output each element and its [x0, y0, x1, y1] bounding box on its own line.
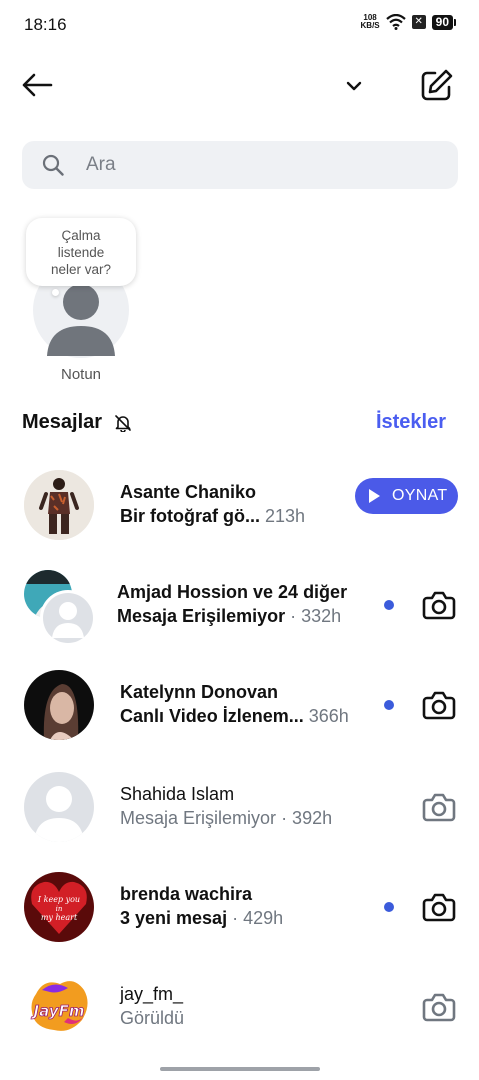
camera-icon[interactable]: [421, 989, 457, 1025]
status-bar: 18:16 108 KB/S ✕ 90: [0, 0, 479, 50]
conversation-preview: 3 yeni mesaj: [120, 908, 228, 928]
conversation-row[interactable]: Shahida Islam Mesaja Erişilemiyor · 392h: [0, 762, 479, 852]
conversation-preview: Bir fotoğraf gö...: [120, 506, 260, 526]
conversation-preview: Mesaja Erişilemiyor: [120, 808, 277, 828]
note-bubble-tail: [52, 289, 59, 296]
avatar-caption: in: [56, 905, 63, 913]
conversation-time: · 392h: [281, 808, 333, 828]
home-indicator[interactable]: [160, 1067, 320, 1071]
conversation-row[interactable]: I keep you in my heart brenda wachira 3 …: [0, 862, 479, 952]
camera-icon[interactable]: [421, 687, 457, 723]
chevron-down-icon[interactable]: [344, 76, 364, 96]
camera-icon[interactable]: [421, 789, 457, 825]
conversation-name: Amjad Hossion ve 24 diğer: [117, 582, 348, 602]
conversation-name: jay_fm_: [120, 984, 184, 1004]
sim-no-signal-icon: ✕: [411, 15, 426, 29]
avatar: [24, 470, 94, 540]
camera-icon[interactable]: [421, 889, 457, 925]
avatar-caption: my heart: [41, 913, 78, 922]
status-icons: 108 KB/S ✕ 90: [360, 13, 457, 30]
note-label: Notun: [60, 366, 102, 383]
conversation-time: · 332h: [290, 606, 342, 626]
conversation-name: brenda wachira: [120, 884, 253, 904]
conversation-row[interactable]: JayFm jay_fm_ Görüldü: [0, 962, 479, 1052]
avatar-logo-text: JayFm: [31, 1002, 85, 1020]
conversation-name: Asante Chaniko: [120, 482, 257, 502]
conversation-preview: Görüldü: [120, 1008, 185, 1028]
top-bar: [0, 60, 479, 110]
conversation-row[interactable]: Katelynn Donovan Canlı Video İzlenem... …: [0, 660, 479, 750]
unread-dot: [384, 700, 394, 710]
unread-dot: [384, 600, 394, 610]
section-title: Mesajlar: [22, 411, 103, 433]
conversation-row[interactable]: Amjad Hossion ve 24 diğer Mesaja Erişile…: [0, 560, 479, 650]
avatar: JayFm: [24, 972, 94, 1042]
unread-dot: [384, 902, 394, 912]
group-avatar: [24, 570, 96, 644]
status-time: 18:16: [24, 15, 67, 34]
avatar-caption: I keep you: [37, 895, 80, 904]
bell-off-icon: [115, 415, 131, 432]
conversation-time: 213h: [265, 506, 306, 526]
conversation-preview: Mesaja Erişilemiyor: [117, 606, 286, 626]
messages-section-header: Mesajlar İstekler: [22, 411, 458, 437]
avatar: [24, 772, 94, 842]
search-bar[interactable]: Ara: [22, 141, 458, 189]
conversation-name: Katelynn Donovan: [120, 682, 279, 702]
avatar: [24, 670, 94, 740]
search-placeholder: Ara: [86, 154, 116, 175]
battery-icon: 90: [431, 14, 457, 30]
conversation-time: 366h: [308, 706, 349, 726]
network-speed: 108 KB/S: [360, 13, 380, 30]
wifi-icon: [385, 14, 406, 30]
avatar: I keep you in my heart: [24, 872, 94, 942]
compose-icon[interactable]: [418, 68, 454, 104]
requests-link[interactable]: İstekler: [376, 411, 446, 434]
conversation-time: · 429h: [232, 908, 284, 928]
play-button[interactable]: OYNAT: [355, 478, 458, 514]
back-arrow-icon[interactable]: [20, 70, 54, 100]
search-icon: [42, 154, 64, 176]
conversation-preview: Canlı Video İzlenem...: [120, 706, 304, 726]
camera-icon[interactable]: [421, 587, 457, 623]
note-bubble[interactable]: Çalma listende neler var?: [26, 218, 136, 286]
play-icon: [369, 489, 380, 503]
conversation-row[interactable]: Asante Chaniko Bir fotoğraf gö... 213h O…: [0, 460, 479, 550]
conversation-name: Shahida Islam: [120, 784, 235, 804]
